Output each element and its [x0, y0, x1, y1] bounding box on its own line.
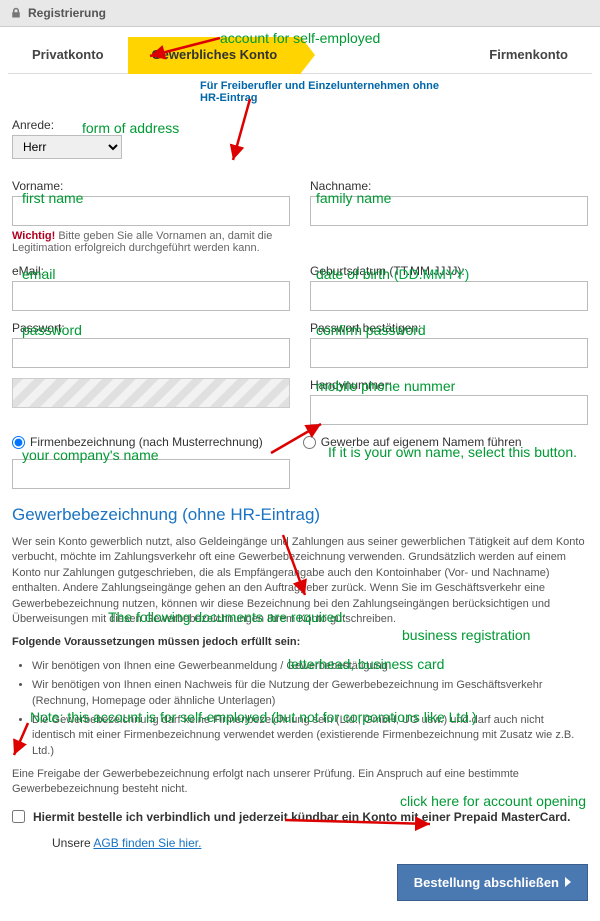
chevron-right-icon: [565, 877, 571, 887]
email-input[interactable]: [12, 281, 290, 311]
password-confirm-label: Passwort bestätigen:: [310, 321, 588, 335]
radio-company-name[interactable]: Firmenbezeichnung (nach Musterrechnung): [12, 435, 263, 449]
section-heading: Gewerbebezeichnung (ohne HR-Eintrag): [12, 505, 588, 525]
tab-company[interactable]: Firmenkonto: [465, 37, 592, 73]
registration-form: Anrede: Herr Vorname: Wichtig! Bitte geb…: [0, 118, 600, 921]
requirements-list: Wir benötigen von Ihnen eine Gewerbeanme…: [32, 659, 588, 759]
captcha-stripe: [12, 378, 290, 408]
requirement-item: Die Gewerbebezeichnung darf keine Firmen…: [32, 713, 588, 759]
requirements-heading: Folgende Voraussetzungen müssen jedoch e…: [12, 635, 588, 650]
submit-button-label: Bestellung abschließen: [414, 875, 559, 890]
order-checkbox-label: Hiermit bestelle ich verbindlich und jed…: [33, 810, 588, 824]
firstname-hint: Wichtig! Bitte geben Sie alle Vornamen a…: [12, 230, 290, 254]
salutation-select[interactable]: Herr: [12, 135, 122, 159]
radio-company-name-input[interactable]: [12, 436, 25, 449]
salutation-label: Anrede:: [12, 118, 122, 132]
email-label: eMail:: [12, 264, 290, 278]
dob-label: Geburtsdatum (TT.MM.JJJJ):: [310, 264, 588, 278]
topbar: Registrierung: [0, 0, 600, 27]
firstname-input[interactable]: [12, 196, 290, 226]
page-title: Registrierung: [28, 6, 106, 20]
mobile-input[interactable]: [310, 395, 588, 425]
password-confirm-input[interactable]: [310, 338, 588, 368]
agb-link[interactable]: AGB finden Sie hier.: [93, 836, 201, 850]
lock-icon: [10, 7, 22, 19]
tab-sub-description: Für Freiberufler und Einzelunternehmen o…: [200, 80, 440, 104]
lastname-input[interactable]: [310, 196, 588, 226]
order-checkbox[interactable]: [12, 810, 25, 823]
submit-button[interactable]: Bestellung abschließen: [397, 864, 588, 901]
password-label: Passwort:: [12, 321, 290, 335]
tab-arrow-icon: [301, 37, 315, 73]
company-name-input[interactable]: [12, 459, 290, 489]
firstname-label: Vorname:: [12, 179, 290, 193]
requirement-item: Wir benötigen von Ihnen einen Nachweis f…: [32, 678, 588, 709]
dob-input[interactable]: [310, 281, 588, 311]
password-input[interactable]: [12, 338, 290, 368]
radio-own-name-input[interactable]: [303, 436, 316, 449]
lastname-label: Nachname:: [310, 179, 588, 193]
requirement-item: Wir benötigen von Ihnen eine Gewerbeanme…: [32, 659, 588, 674]
agb-line: Unsere AGB finden Sie hier.: [52, 836, 588, 850]
tabs: Privatkonto Gewerbliches Konto Firmenkon…: [8, 37, 592, 74]
tab-business[interactable]: Gewerbliches Konto: [128, 37, 302, 73]
business-name-radios: Firmenbezeichnung (nach Musterrechnung) …: [12, 435, 588, 449]
tab-private[interactable]: Privatkonto: [8, 37, 128, 73]
mobile-label: Handynummer:: [310, 378, 588, 392]
radio-own-name[interactable]: Gewerbe auf eigenem Namem führen: [303, 435, 522, 449]
order-checkbox-row: Hiermit bestelle ich verbindlich und jed…: [12, 810, 588, 824]
section-description: Wer sein Konto gewerblich nutzt, also Ge…: [12, 535, 588, 798]
